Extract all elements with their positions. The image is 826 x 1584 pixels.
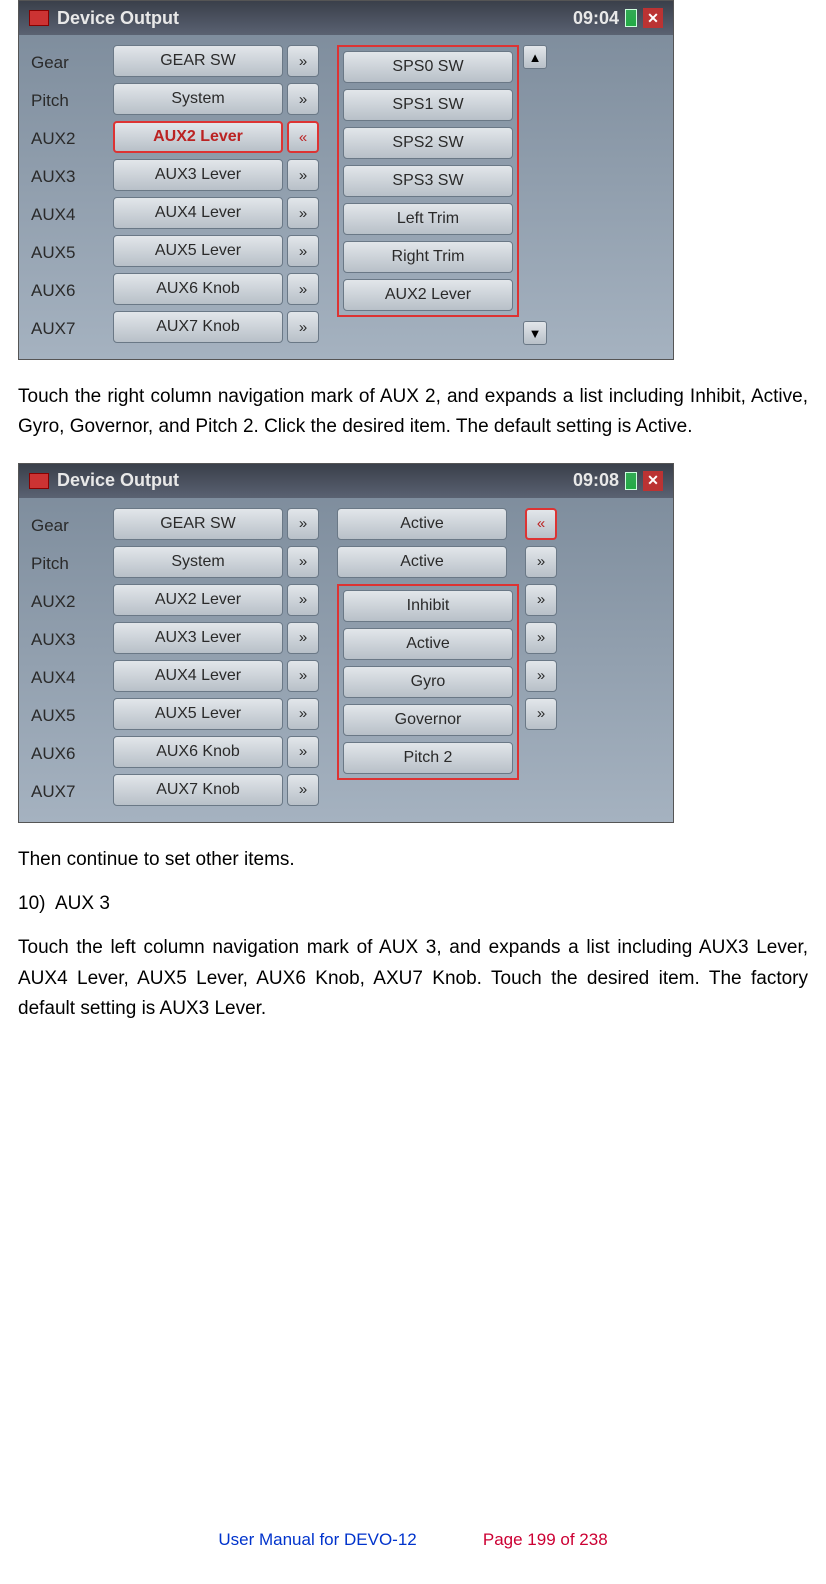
chevron-icon[interactable]: » xyxy=(287,45,319,77)
row-label: AUX3 xyxy=(31,161,95,193)
channel-button[interactable]: AUX2 Lever xyxy=(113,584,283,616)
row-label: Gear xyxy=(31,47,95,79)
expanded-list-aux2-left: SPS0 SW SPS1 SW SPS2 SW SPS3 SW Left Trim Rig… xyxy=(337,45,519,317)
chevron-icon[interactable]: » xyxy=(287,311,319,343)
channel-button[interactable]: AUX2 Lever xyxy=(113,121,283,153)
channel-button[interactable]: System xyxy=(113,546,283,578)
footer-page: Page 199 of 238 xyxy=(483,1530,608,1549)
paragraph-aux2-right: Touch the right column navigation mark o… xyxy=(18,382,808,443)
paragraph-aux3: Touch the left column navigation mark of… xyxy=(18,933,808,1024)
row-label: AUX6 xyxy=(31,738,95,770)
list-option[interactable]: SPS0 SW xyxy=(343,51,513,83)
list-option[interactable]: Inhibit xyxy=(343,590,513,622)
chevron-icon[interactable]: » xyxy=(287,273,319,305)
chevron-icon[interactable]: » xyxy=(287,546,319,578)
channel-button[interactable]: GEAR SW xyxy=(113,508,283,540)
list-option[interactable]: Pitch 2 xyxy=(343,742,513,774)
heading-aux3: 10) AUX 3 xyxy=(18,893,808,915)
titlebar: Device Output 09:04 ✕ xyxy=(19,1,673,35)
channel-button[interactable]: AUX3 Lever xyxy=(113,622,283,654)
list-option[interactable]: Governor xyxy=(343,704,513,736)
channel-button[interactable]: AUX4 Lever xyxy=(113,197,283,229)
chevron-icon[interactable]: » xyxy=(287,622,319,654)
list-option[interactable]: SPS3 SW xyxy=(343,165,513,197)
channel-button[interactable]: System xyxy=(113,83,283,115)
window-title: Device Output xyxy=(57,8,179,29)
paragraph-continue: Then continue to set other items. xyxy=(18,845,808,875)
channel-button[interactable]: AUX4 Lever xyxy=(113,660,283,692)
row-label: AUX5 xyxy=(31,237,95,269)
clock: 09:08 xyxy=(573,470,619,491)
channel-button[interactable]: GEAR SW xyxy=(113,45,283,77)
close-icon[interactable]: ✕ xyxy=(643,8,663,28)
window-title: Device Output xyxy=(57,470,179,491)
chevron-icon[interactable]: » xyxy=(287,584,319,616)
chevron-icon[interactable]: » xyxy=(525,622,557,654)
list-option[interactable]: Left Trim xyxy=(343,203,513,235)
flag-icon xyxy=(29,473,49,489)
channel-button[interactable]: AUX6 Knob xyxy=(113,273,283,305)
row-label: Pitch xyxy=(31,548,95,580)
expanded-list-aux2-right: Inhibit Active Gyro Governor Pitch 2 xyxy=(337,584,519,780)
list-option[interactable]: Right Trim xyxy=(343,241,513,273)
flag-icon xyxy=(29,10,49,26)
chevron-icon[interactable]: » xyxy=(287,660,319,692)
close-icon[interactable]: ✕ xyxy=(643,471,663,491)
row-label: Gear xyxy=(31,510,95,542)
chevron-icon[interactable]: » xyxy=(287,83,319,115)
row-label: AUX5 xyxy=(31,700,95,732)
chevron-icon[interactable]: » xyxy=(525,584,557,616)
list-option[interactable]: SPS2 SW xyxy=(343,127,513,159)
chevron-icon[interactable]: » xyxy=(287,235,319,267)
chevron-icon[interactable]: » xyxy=(287,159,319,191)
list-option[interactable]: AUX2 Lever xyxy=(343,279,513,311)
clock: 09:04 xyxy=(573,8,619,29)
chevron-icon[interactable]: » xyxy=(287,508,319,540)
row-label: AUX4 xyxy=(31,199,95,231)
row-label: AUX6 xyxy=(31,275,95,307)
channel-button[interactable]: AUX5 Lever xyxy=(113,235,283,267)
channel-button[interactable]: AUX5 Lever xyxy=(113,698,283,730)
chevron-icon[interactable]: » xyxy=(287,197,319,229)
list-option[interactable]: Gyro xyxy=(343,666,513,698)
channel-button[interactable]: AUX3 Lever xyxy=(113,159,283,191)
scroll-up-icon[interactable]: ▲ xyxy=(523,45,547,69)
row-label: AUX7 xyxy=(31,776,95,808)
row-label: Pitch xyxy=(31,85,95,117)
row-label: AUX2 xyxy=(31,586,95,618)
screenshot-device-output-2: Device Output 09:08 ✕ Gear Pitch AUX2 AUX3 A… xyxy=(18,463,674,823)
chevron-icon[interactable]: » xyxy=(525,660,557,692)
chevron-icon[interactable]: » xyxy=(525,546,557,578)
channel-button[interactable]: AUX6 Knob xyxy=(113,736,283,768)
row-label: AUX3 xyxy=(31,624,95,656)
page-footer: User Manual for DEVO-12 Page 199 of 238 xyxy=(0,1530,826,1550)
chevron-icon[interactable]: » xyxy=(525,698,557,730)
channel-button[interactable]: AUX7 Knob xyxy=(113,311,283,343)
row-label: AUX7 xyxy=(31,313,95,345)
status-button[interactable]: Active xyxy=(337,546,507,578)
row-label: AUX4 xyxy=(31,662,95,694)
chevron-icon[interactable]: « xyxy=(525,508,557,540)
chevron-icon[interactable]: » xyxy=(287,736,319,768)
battery-icon xyxy=(625,9,637,27)
screenshot-device-output-1: Device Output 09:04 ✕ Gear Pitch AUX2 AUX3 A… xyxy=(18,0,674,360)
titlebar: Device Output 09:08 ✕ xyxy=(19,464,673,498)
battery-icon xyxy=(625,472,637,490)
list-option[interactable]: SPS1 SW xyxy=(343,89,513,121)
chevron-icon[interactable]: » xyxy=(287,698,319,730)
list-option[interactable]: Active xyxy=(343,628,513,660)
chevron-icon[interactable]: « xyxy=(287,121,319,153)
status-button[interactable]: Active xyxy=(337,508,507,540)
row-label: AUX2 xyxy=(31,123,95,155)
scroll-down-icon[interactable]: ▼ xyxy=(523,321,547,345)
chevron-icon[interactable]: » xyxy=(287,774,319,806)
footer-manual: User Manual for DEVO-12 xyxy=(218,1530,416,1549)
channel-button[interactable]: AUX7 Knob xyxy=(113,774,283,806)
